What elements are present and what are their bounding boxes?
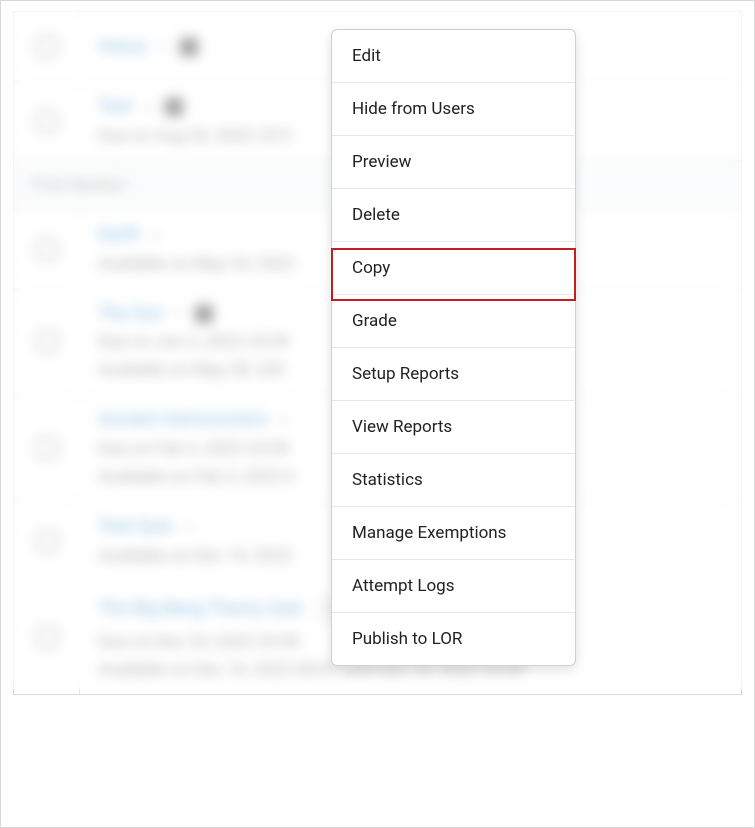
checkbox-cell: [14, 395, 80, 501]
quiz-checkbox[interactable]: [36, 530, 58, 552]
quiz-status-icon: [195, 305, 213, 323]
checkbox-cell: [14, 210, 80, 288]
chevron-down-icon[interactable]: [173, 303, 185, 324]
quiz-status-icon: [165, 98, 183, 116]
menu-item-hide-from-users[interactable]: Hide from Users: [332, 83, 575, 136]
menu-item-delete[interactable]: Delete: [332, 189, 575, 242]
checkbox-cell: [14, 580, 80, 694]
quiz-checkbox[interactable]: [36, 437, 58, 459]
checkbox-cell: [14, 502, 80, 580]
context-menu: EditHide from UsersPreviewDeleteCopyGrad…: [331, 29, 576, 666]
menu-item-edit[interactable]: Edit: [332, 30, 575, 83]
menu-item-grade[interactable]: Grade: [332, 295, 575, 348]
menu-item-attempt-logs[interactable]: Attempt Logs: [332, 560, 575, 613]
quiz-title: Test Quiz: [98, 516, 195, 537]
quiz-checkbox[interactable]: [36, 110, 58, 132]
quiz-title: Ancient Astronomers: [98, 409, 289, 430]
quiz-title-link[interactable]: Ancient Astronomers: [98, 409, 267, 430]
quiz-title-link[interactable]: Venus: [98, 36, 148, 57]
quiz-title: The Sun: [98, 303, 213, 324]
quiz-title: Venus: [98, 36, 198, 57]
quiz-title-link[interactable]: The Sun: [98, 303, 163, 324]
chevron-down-icon[interactable]: [143, 97, 155, 118]
quiz-checkbox[interactable]: [36, 626, 58, 648]
quiz-title: The Big Bang Theory Quiz: [98, 598, 346, 619]
quiz-title-link[interactable]: Earth: [98, 224, 140, 245]
menu-item-view-reports[interactable]: View Reports: [332, 401, 575, 454]
menu-item-manage-exemptions[interactable]: Manage Exemptions: [332, 507, 575, 560]
menu-item-publish-to-lor[interactable]: Publish to LOR: [332, 613, 575, 665]
checkbox-cell: [14, 12, 80, 81]
checkbox-cell: [14, 289, 80, 395]
quiz-title-link[interactable]: Test Quiz: [98, 516, 173, 537]
chevron-down-icon[interactable]: [277, 410, 289, 431]
quiz-title-link[interactable]: The Big Bang Theory Quiz: [98, 598, 303, 619]
quiz-title: Test: [98, 96, 183, 117]
chevron-down-icon[interactable]: [158, 36, 170, 57]
quiz-checkbox[interactable]: [36, 238, 58, 260]
quiz-status-icon: [180, 38, 198, 56]
chevron-down-icon[interactable]: [150, 225, 162, 246]
menu-item-setup-reports[interactable]: Setup Reports: [332, 348, 575, 401]
menu-item-copy[interactable]: Copy: [332, 242, 575, 295]
chevron-down-icon[interactable]: [183, 517, 195, 538]
menu-item-statistics[interactable]: Statistics: [332, 454, 575, 507]
menu-item-preview[interactable]: Preview: [332, 136, 575, 189]
quiz-checkbox[interactable]: [36, 330, 58, 352]
quiz-title-link[interactable]: Test: [98, 96, 133, 117]
quiz-title: Earth: [98, 224, 162, 245]
quiz-checkbox[interactable]: [36, 36, 58, 58]
checkbox-cell: [14, 82, 80, 160]
